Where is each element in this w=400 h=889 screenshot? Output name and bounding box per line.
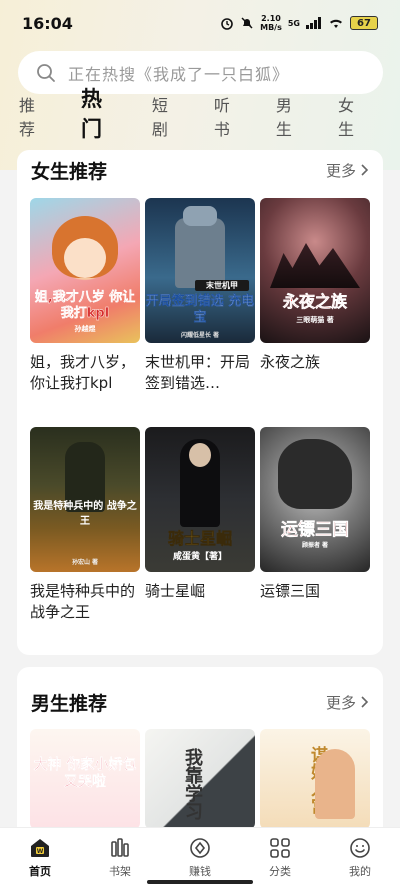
net-speed: 2.10 MB/s — [260, 14, 282, 32]
book-item[interactable]: 运镖三国 顾振者 著 运镖三国 — [260, 427, 370, 602]
book-item[interactable]: 末世机甲 开局签到错选 充电宝 闪耀低星长 著 末世机甲：开局签到错选… — [145, 198, 255, 394]
chevron-right-icon — [361, 164, 369, 176]
signal-icon — [306, 17, 321, 29]
cover-title: 骑士星崛 — [167, 529, 233, 549]
cover-author: 闪耀低星长 著 — [180, 332, 220, 339]
battery-indicator: 67 — [350, 16, 378, 30]
book-item[interactable]: 骑士星崛 咸蛋黄【著】 骑士星崛 — [145, 427, 255, 602]
tab-audiobook[interactable]: 听书 — [214, 92, 242, 148]
book-item[interactable]: 我是特种兵中的 战争之王 孙宏山 著 我是特种兵中的战争之王 — [30, 427, 140, 623]
male-recommend-section: 男生推荐 更多 大神 你家小娇包 又哭啦 我靠学习 谋妃入宫 — [17, 667, 383, 847]
tabbar-label: 我的 — [349, 865, 371, 878]
cover-title: 运镖三国 — [281, 520, 350, 541]
more-label: 更多 — [325, 161, 356, 180]
tabbar-label: 书架 — [109, 865, 131, 878]
book-title: 骑士星崛 — [145, 582, 206, 600]
book-cover: 大神 你家小娇包 又哭啦 — [30, 729, 140, 829]
cover-title: 开局签到错选 充电宝 — [145, 294, 255, 325]
section-title: 女生推荐 — [31, 160, 108, 183]
cover-title: 我是特种兵中的 战争之王 — [33, 501, 137, 527]
wifi-icon — [330, 19, 342, 28]
cover-author: 顾振者 著 — [301, 542, 329, 549]
more-label: 更多 — [325, 693, 356, 712]
network-type: 5G — [287, 18, 300, 28]
book-item[interactable]: 我靠学习 — [145, 729, 255, 829]
tab-short-drama[interactable]: 短剧 — [152, 92, 180, 148]
cover-author: 孙宏山 著 — [71, 559, 99, 566]
book-item[interactable]: 永夜之族 三眼萌猫 著 永夜之族 — [260, 198, 370, 373]
tabbar-label: 分类 — [269, 865, 291, 878]
status-bar: 16:04 2.10 MB/s 5G 67 — [0, 0, 400, 46]
tabbar-home[interactable]: W 首页 — [0, 828, 80, 889]
female-recommend-section: 女生推荐 更多 姐,我才八岁 你让我打kpl 孙越煜 姐，我才八岁，你让我打kp… — [17, 150, 383, 655]
home-indicator[interactable] — [147, 880, 253, 884]
category-tabs: 推荐 热门 短剧 听书 男生 女生 — [0, 87, 400, 148]
book-title: 我是特种兵中的战争之王 — [30, 582, 136, 621]
bookshelf-icon — [111, 838, 129, 857]
cover-author: 咸蛋黄【著】 — [172, 552, 227, 562]
book-item[interactable]: 谋妃入宫 — [260, 729, 370, 829]
profile-icon — [350, 838, 370, 858]
book-cover: 我靠学习 — [145, 729, 255, 829]
svg-text:W: W — [37, 848, 44, 855]
status-indicators: 2.10 MB/s 5G 67 — [220, 14, 378, 32]
book-cover: 我是特种兵中的 战争之王 孙宏山 著 — [30, 427, 140, 572]
cover-author: 三眼萌猫 著 — [296, 316, 334, 324]
earn-icon — [190, 838, 210, 858]
book-title: 运镖三国 — [260, 582, 321, 600]
book-cover: 永夜之族 三眼萌猫 著 — [260, 198, 370, 343]
home-icon: W — [31, 839, 49, 857]
book-title: 永夜之族 — [260, 353, 321, 371]
book-cover: 谋妃入宫 — [260, 729, 370, 829]
alarm-icon — [221, 18, 233, 30]
tabbar-profile[interactable]: 我的 — [320, 828, 400, 889]
book-title: 末世机甲：开局签到错选… — [145, 353, 251, 392]
tabbar-label: 首页 — [29, 865, 51, 878]
tab-female[interactable]: 女生 — [338, 92, 366, 148]
book-title: 姐，我才八岁，你让我打kpl — [30, 353, 136, 392]
search-icon — [37, 63, 55, 82]
cover-title: 大神 你家小娇包 又哭啦 — [33, 757, 137, 790]
chevron-right-icon — [361, 696, 369, 708]
book-cover: 末世机甲 开局签到错选 充电宝 闪耀低星长 著 — [145, 198, 255, 343]
cover-author: 孙越煜 — [74, 325, 96, 333]
cover-title: 姐,我才八岁 你让我打kpl — [34, 290, 136, 321]
book-cover: 运镖三国 顾振者 著 — [260, 427, 370, 572]
tab-male[interactable]: 男生 — [276, 92, 304, 148]
section-title: 男生推荐 — [31, 692, 108, 715]
mute-icon — [241, 17, 253, 29]
book-item[interactable]: 大神 你家小娇包 又哭啦 — [30, 729, 140, 829]
book-cover: 姐,我才八岁 你让我打kpl 孙越煜 — [30, 198, 140, 343]
more-button[interactable]: 更多 — [326, 692, 369, 713]
tab-hot[interactable]: 热门 — [81, 83, 118, 148]
book-cover: 骑士星崛 咸蛋黄【著】 — [145, 427, 255, 572]
category-icon — [270, 838, 290, 858]
cover-badge: 末世机甲 — [195, 280, 249, 291]
search-bar[interactable]: 正在热搜《我成了一只白狐》 — [18, 51, 383, 94]
tab-recommend[interactable]: 推荐 — [19, 92, 47, 148]
more-button[interactable]: 更多 — [326, 160, 369, 181]
cover-title: 永夜之族 — [282, 292, 348, 312]
status-time: 16:04 — [22, 13, 73, 33]
book-item[interactable]: 姐,我才八岁 你让我打kpl 孙越煜 姐，我才八岁，你让我打kpl — [30, 198, 140, 394]
cover-title: 我靠学习 — [182, 747, 203, 820]
search-placeholder: 正在热搜《我成了一只白狐》 — [68, 64, 290, 84]
tabbar-label: 赚钱 — [189, 865, 211, 878]
